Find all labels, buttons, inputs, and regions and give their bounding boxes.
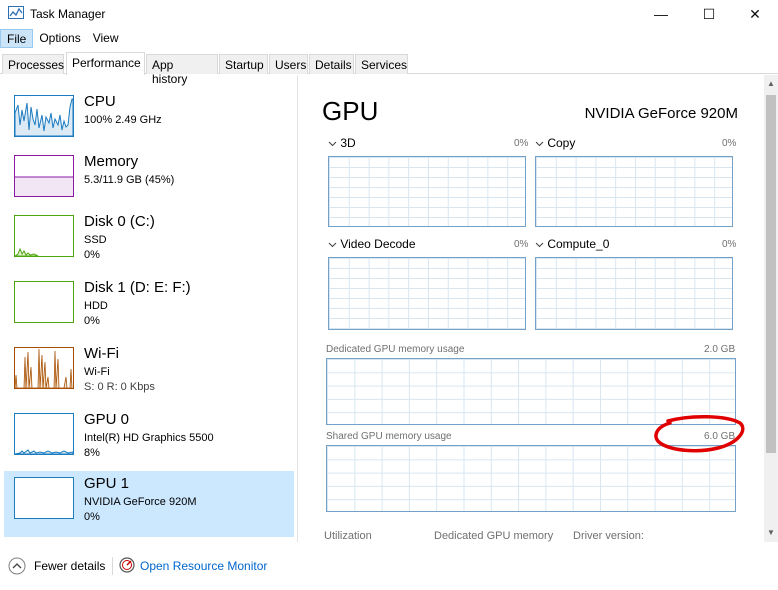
tab-users[interactable]: Users xyxy=(269,54,308,74)
footer-divider xyxy=(112,557,113,575)
dedicated-memory-label: Dedicated GPU memory usage xyxy=(326,344,465,355)
chevron-down-icon xyxy=(328,242,337,248)
graph-3d xyxy=(328,156,526,227)
sidebar-item-label: Memory xyxy=(84,153,139,170)
tab-services[interactable]: Services xyxy=(355,54,408,74)
sidebar-item-disk-0[interactable]: Disk 0 (C:) SSD 0% xyxy=(4,209,294,275)
stat-driver-label: Driver version: xyxy=(573,530,644,542)
engine-select-copy[interactable]: Copy xyxy=(535,136,575,150)
sidebar-item-detail: 100% 2.49 GHz xyxy=(84,114,162,126)
window-title: Task Manager xyxy=(30,7,106,21)
engine-select-3d[interactable]: 3D xyxy=(328,136,356,150)
stat-utilization-label: Utilization xyxy=(324,530,372,542)
menu-file[interactable]: File xyxy=(0,29,34,48)
chevron-up-icon[interactable] xyxy=(8,557,26,575)
disk-0-thumbnail xyxy=(14,215,74,257)
cpu-thumbnail xyxy=(14,95,74,137)
tab-processes[interactable]: Processes xyxy=(2,54,64,74)
tab-details[interactable]: Details xyxy=(309,54,354,74)
sidebar-item-detail: 5.3/11.9 GB (45%) xyxy=(84,174,175,186)
wifi-thumbnail xyxy=(14,347,74,389)
tab-app-history[interactable]: App history xyxy=(146,54,218,86)
resource-sidebar: CPU 100% 2.49 GHz Memory 5.3/11.9 GB (45… xyxy=(0,75,298,542)
maximize-button[interactable]: ☐ xyxy=(686,0,732,28)
sidebar-item-cpu[interactable]: CPU 100% 2.49 GHz xyxy=(4,89,294,155)
red-circle-annotation xyxy=(654,414,745,453)
vertical-scrollbar[interactable]: ▲ ▼ xyxy=(764,75,778,542)
menu-bar: File Options View xyxy=(0,29,125,48)
sidebar-item-gpu-1[interactable]: GPU 1 NVIDIA GeForce 920M 0% xyxy=(4,471,294,537)
maximize-icon: ☐ xyxy=(702,5,716,22)
resource-monitor-icon xyxy=(119,557,135,573)
task-manager-icon xyxy=(8,6,24,19)
disk-1-thumbnail xyxy=(14,281,74,323)
close-icon: ✕ xyxy=(749,5,761,22)
engine-percent: 0% xyxy=(722,138,737,149)
sidebar-item-detail: Intel(R) HD Graphics 5500 xyxy=(84,432,214,444)
sidebar-item-value: S: 0 R: 0 Kbps xyxy=(84,381,155,393)
graph-compute-0 xyxy=(535,257,733,330)
title-bar: Task Manager — ☐ ✕ xyxy=(0,0,778,28)
engine-label: Video Decode xyxy=(340,237,416,251)
footer: Fewer details Open Resource Monitor xyxy=(0,552,778,582)
open-resource-monitor-link[interactable]: Open Resource Monitor xyxy=(140,559,267,573)
memory-thumbnail xyxy=(14,155,74,197)
engine-percent: 0% xyxy=(722,239,737,250)
sidebar-item-value: 0% xyxy=(84,315,100,327)
shared-memory-label: Shared GPU memory usage xyxy=(326,431,452,442)
sidebar-item-label: Disk 0 (C:) xyxy=(84,213,155,230)
sidebar-item-detail: HDD xyxy=(84,300,108,312)
graph-shared-memory xyxy=(326,445,736,512)
menu-view[interactable]: View xyxy=(87,29,125,48)
graph-video-decode xyxy=(328,257,526,330)
sidebar-item-label: Disk 1 (D: E: F:) xyxy=(84,279,191,296)
menu-options[interactable]: Options xyxy=(33,29,86,48)
chevron-down-icon xyxy=(535,242,544,248)
close-button[interactable]: ✕ xyxy=(732,0,778,28)
dedicated-memory-max: 2.0 GB xyxy=(704,344,736,355)
sidebar-item-gpu-0[interactable]: GPU 0 Intel(R) HD Graphics 5500 8% xyxy=(4,407,294,473)
scrollbar-thumb[interactable] xyxy=(766,95,776,453)
engine-percent: 0% xyxy=(514,239,529,250)
sidebar-item-value: 0% xyxy=(84,511,100,523)
engine-label: Copy xyxy=(547,136,576,150)
page-title: GPU xyxy=(322,96,379,126)
sidebar-item-detail: SSD xyxy=(84,234,107,246)
chevron-down-icon[interactable]: ▼ xyxy=(764,526,778,540)
chevron-down-icon xyxy=(328,141,337,147)
sidebar-item-label: GPU 1 xyxy=(84,475,130,492)
chevron-up-icon[interactable]: ▲ xyxy=(764,77,778,91)
stat-dedicated-label: Dedicated GPU memory xyxy=(434,530,554,542)
sidebar-item-memory[interactable]: Memory 5.3/11.9 GB (45%) xyxy=(4,149,294,215)
minimize-icon: — xyxy=(654,6,668,22)
sidebar-item-label: Wi-Fi xyxy=(84,345,119,362)
gpu-model-name: NVIDIA GeForce 920M xyxy=(584,105,738,122)
sidebar-item-detail: Wi-Fi xyxy=(84,366,110,378)
graph-copy xyxy=(535,156,733,227)
gpu-detail-panel: GPU NVIDIA GeForce 920M 3D 0% Copy 0% Vi… xyxy=(298,75,764,542)
minimize-button[interactable]: — xyxy=(638,0,684,28)
sidebar-item-value: 0% xyxy=(84,249,100,261)
fewer-details-link[interactable]: Fewer details xyxy=(34,559,105,573)
engine-select-video-decode[interactable]: Video Decode xyxy=(328,237,416,251)
sidebar-item-detail: NVIDIA GeForce 920M xyxy=(84,496,197,508)
sidebar-item-wifi[interactable]: Wi-Fi Wi-Fi S: 0 R: 0 Kbps xyxy=(4,341,294,407)
engine-label: Compute_0 xyxy=(547,237,610,251)
sidebar-item-label: GPU 0 xyxy=(84,411,130,428)
sidebar-item-disk-1[interactable]: Disk 1 (D: E: F:) HDD 0% xyxy=(4,275,294,341)
gpu-0-thumbnail xyxy=(14,413,74,455)
tab-bar: Processes Performance App history Startu… xyxy=(0,52,778,86)
gpu-1-thumbnail xyxy=(14,477,74,519)
sidebar-item-value: 8% xyxy=(84,447,100,459)
engine-select-compute-0[interactable]: Compute_0 xyxy=(535,237,609,251)
tab-startup[interactable]: Startup xyxy=(219,54,268,74)
engine-percent: 0% xyxy=(514,138,529,149)
chevron-down-icon xyxy=(535,141,544,147)
engine-label: 3D xyxy=(340,136,356,150)
sidebar-item-label: CPU xyxy=(84,93,116,110)
tab-performance[interactable]: Performance xyxy=(66,52,145,75)
